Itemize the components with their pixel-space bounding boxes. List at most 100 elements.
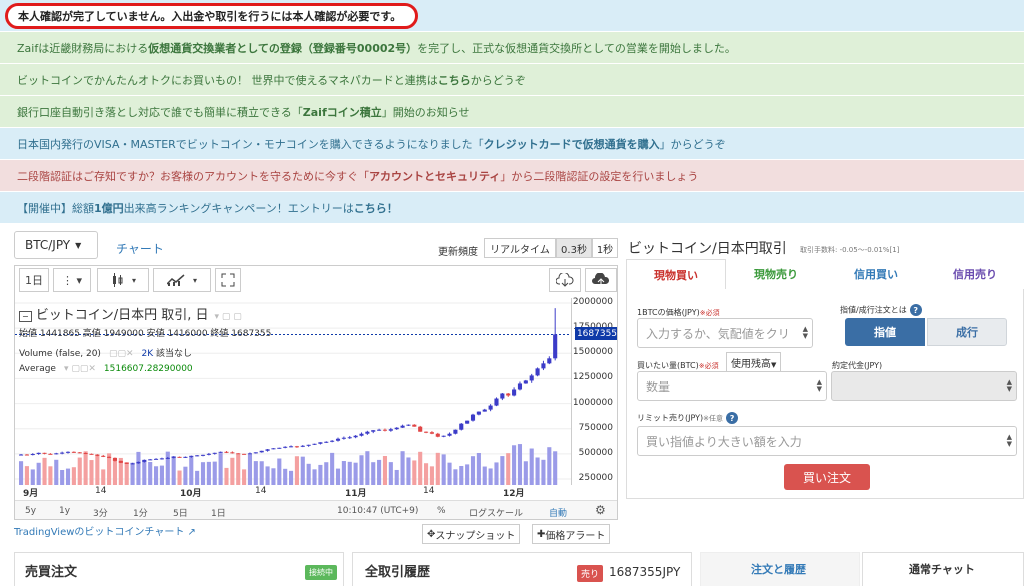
chart-bottom-bar: 5y 1y 3分 1分 5日 1日 10:10:47 (UTC+9) % ログス… [15, 500, 617, 519]
range-5d[interactable]: 5日 [173, 506, 188, 519]
tab-margin-sell[interactable]: 信用売り [926, 259, 1024, 289]
volume-bar [218, 453, 223, 485]
candle-body [365, 431, 370, 434]
candle-body [547, 358, 552, 364]
stepper-icon[interactable]: ▲ ▼ [803, 326, 808, 340]
range-3m[interactable]: 3分 [93, 506, 108, 519]
range-1y[interactable]: 1y [59, 506, 70, 516]
banner-accumulate[interactable]: 銀行口座自動引き落とし対応で誰でも簡単に積立できる「 Zaifコイン積立 」開始のお… [0, 96, 1024, 128]
use-balance-dropdown[interactable]: 使用残高▼ [726, 352, 782, 373]
volume-bar [124, 461, 129, 485]
candle-body [424, 431, 429, 433]
freq-realtime[interactable]: リアルタイム [484, 238, 556, 258]
banner-credit[interactable]: 日本国内発行のVISA・MASTERでビットコイン・モナコインを購入できるように… [0, 128, 1024, 160]
limit-button[interactable]: 指値 [845, 318, 925, 346]
price-input[interactable]: 入力するか、気配値をクリ ▲ ▼ [637, 318, 813, 348]
volume-bar [465, 464, 470, 485]
legend-menu-icon[interactable]: ▾ ▢ ▢ [214, 312, 241, 322]
range-1m[interactable]: 1分 [133, 506, 148, 519]
range-5y[interactable]: 5y [25, 506, 36, 516]
freq-0.3s[interactable]: 0.3秒 [556, 238, 592, 258]
stepper-icon[interactable]: ▲ ▼ [817, 379, 822, 393]
volume-bar [335, 468, 341, 485]
tab-spot-sell[interactable]: 現物売り [726, 259, 826, 289]
volume-bar [65, 468, 71, 485]
kebab-icon: ⋮ ▾ [61, 273, 83, 287]
volume-bar [523, 461, 528, 485]
tab-spot-buy[interactable]: 現物買い [626, 259, 726, 289]
volume-bar [83, 451, 88, 485]
tab-margin-buy[interactable]: 信用買い [826, 259, 926, 289]
candle-body [459, 423, 464, 430]
volume-bar [453, 469, 458, 485]
interval-button[interactable]: 1日 [19, 268, 49, 292]
x-tick-label: 10月 [180, 489, 202, 499]
candle-body [142, 459, 147, 462]
candle-body [101, 455, 106, 457]
volume-bar [400, 451, 405, 485]
volume-bar [247, 454, 253, 485]
percent-toggle[interactable]: % [437, 506, 446, 516]
volume-bar [324, 462, 329, 485]
cloud-download-icon [556, 273, 574, 287]
buy-order-button[interactable]: 買い注文 [784, 464, 870, 490]
last-price-tag: 1687355 [575, 327, 618, 340]
pair-select[interactable]: BTC/JPY ▼ [14, 231, 98, 259]
tab-normal-chat[interactable]: 通常チャット [862, 552, 1024, 586]
volume-bar [189, 456, 194, 485]
volume-bar [253, 461, 258, 485]
interval-menu-button[interactable]: ⋮ ▾ [53, 268, 91, 292]
help-icon[interactable]: ? [726, 412, 739, 424]
candle-body [54, 453, 59, 455]
help-icon[interactable]: ? [909, 304, 922, 316]
volume-bar [347, 461, 352, 485]
candle-body [341, 437, 346, 439]
price-chart[interactable]: 1日 ⋮ ▾ ▾ ▾ − ビットコイン/日本円 取引, 日 ▾ ▢ ▢ 始値 144… [14, 265, 618, 520]
average-settings-icon[interactable]: ▾ ▢▢✕ [64, 364, 96, 374]
volume-bar [77, 457, 82, 485]
download-button[interactable] [549, 268, 581, 292]
identity-alert[interactable]: 本人確認が完了していません。入出金や取引を行うには本人確認が必要です。 [5, 3, 418, 29]
candle-body [523, 380, 528, 384]
legend-average: Average ▾ ▢▢✕ 1516607.28290000 [19, 364, 193, 374]
banner-registration[interactable]: Zaifは近畿財務局における 仮想通貨交換業者としての登録（登録番号00002号）… [0, 32, 1024, 64]
volume-bar [212, 461, 217, 485]
upload-button[interactable] [585, 268, 617, 292]
collapse-icon[interactable]: − [19, 311, 32, 322]
candle-body [253, 452, 258, 454]
banner-2fa[interactable]: 二段階認証はご存知ですか？お客様のアカウントを守るために今すぐ「 アカウントとセキ… [0, 160, 1024, 192]
chart-tab[interactable]: チャート [116, 240, 164, 257]
candle-body [353, 435, 358, 438]
limit-sell-input[interactable]: 買い指値より大きい額を入力 ▲ ▼ [637, 426, 1017, 456]
candle-body [183, 456, 188, 458]
fullscreen-button[interactable] [215, 268, 241, 292]
candle-body [476, 411, 481, 415]
legend-title: − ビットコイン/日本円 取引, 日 ▾ ▢ ▢ [19, 304, 242, 323]
tradingview-link[interactable]: TradingViewのビットコインチャート ↗ [14, 523, 196, 538]
volume-settings-icon[interactable]: ▢▢✕ [109, 349, 134, 359]
indicators-button[interactable]: ▾ [153, 268, 211, 292]
y-tick-label: 1500000 [572, 347, 613, 358]
auto-toggle[interactable]: 自動 [549, 506, 567, 519]
price-alert-button[interactable]: ✚ 価格アラート [532, 524, 611, 544]
range-1d[interactable]: 1日 [211, 506, 226, 519]
volume-bar [183, 466, 188, 485]
candle-body [412, 424, 417, 427]
banner-card[interactable]: ビットコインでかんたんオトクにお買いもの！ 世界中で使えるマネパカードと連携は … [0, 64, 1024, 96]
volume-bar [424, 463, 429, 485]
tab-orders-history[interactable]: 注文と履歴 [700, 552, 860, 586]
banner-campaign[interactable]: 【開催中】総額 1億円 出来高ランキングキャンペーン！エントリーは こちら！ [0, 192, 1024, 224]
candle-body [230, 452, 235, 454]
candle-body [494, 398, 499, 406]
snapshot-button[interactable]: ✥ スナップショット [422, 524, 521, 544]
volume-bar [54, 459, 59, 485]
market-button[interactable]: 成行 [927, 318, 1007, 346]
freq-1s[interactable]: 1秒 [592, 238, 618, 258]
stepper-icon[interactable]: ▲ ▼ [1007, 434, 1012, 448]
history-section: 全取引履歴 売り 1687355JPY [352, 552, 692, 586]
log-toggle[interactable]: ログスケール [469, 506, 523, 519]
candle-body [195, 455, 200, 457]
chart-type-button[interactable]: ▾ [97, 268, 149, 292]
gear-icon[interactable]: ⚙ [595, 503, 606, 517]
qty-input[interactable]: 数量 ▲ ▼ [637, 371, 827, 401]
